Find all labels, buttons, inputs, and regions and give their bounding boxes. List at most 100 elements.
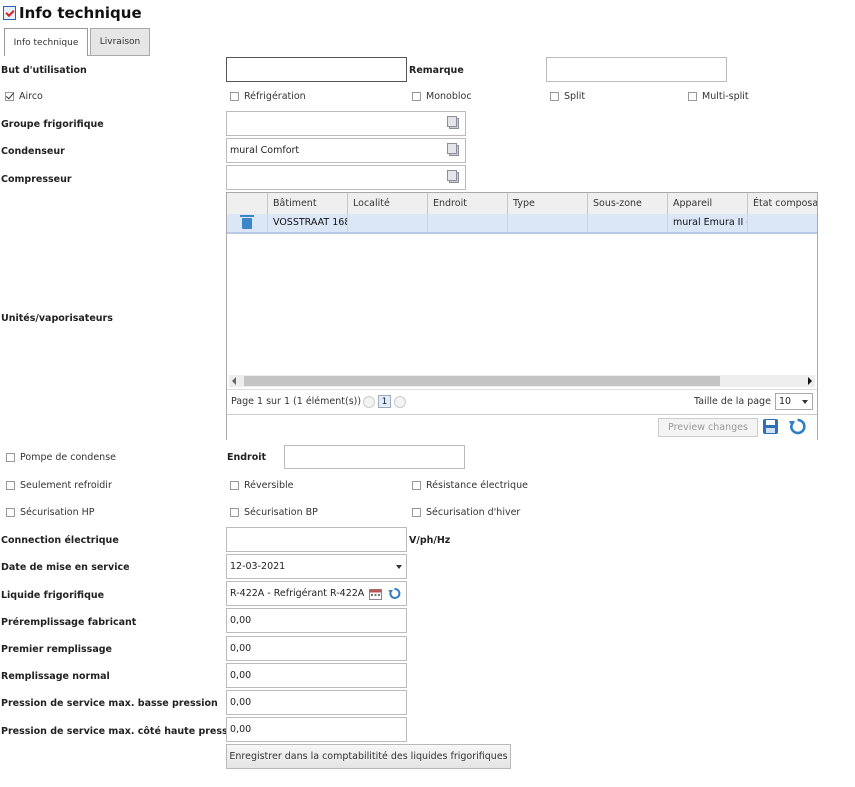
compresseur-input[interactable] xyxy=(226,165,466,190)
securisation-hp-label: Sécurisation HP xyxy=(20,507,95,518)
pression-bp-input[interactable]: 0,00 xyxy=(226,690,407,715)
remplissage-normal-input[interactable]: 0,00 xyxy=(226,663,407,688)
grid-pager: Page 1 sur 1 (1 élément(s)) 1 Taille de … xyxy=(227,389,817,415)
lookup-icon[interactable] xyxy=(447,170,459,183)
pression-hp-label: Pression de service max. côté haute pres… xyxy=(1,726,245,737)
lookup-icon[interactable] xyxy=(447,116,459,129)
seulement-checkbox-group[interactable]: Seulement refroidir xyxy=(6,480,112,491)
date-service-label: Date de mise en service xyxy=(1,562,130,573)
grid-header-actions xyxy=(227,193,267,214)
multi-split-label: Multi-split xyxy=(702,91,749,102)
scroll-right-icon[interactable] xyxy=(808,377,812,385)
reversible-checkbox-group[interactable]: Réversible xyxy=(230,480,294,491)
monobloc-label: Monobloc xyxy=(426,91,472,102)
securisation-hiver-checkbox[interactable] xyxy=(412,508,421,517)
grid-header-etat-composant[interactable]: État composan xyxy=(747,193,817,214)
connection-electrique-input[interactable] xyxy=(226,527,407,552)
pression-bp-label: Pression de service max. basse pression xyxy=(1,698,218,709)
chevron-down-icon[interactable] xyxy=(396,565,402,569)
register-liquids-button[interactable]: Enregistrer dans la comptabilitité des l… xyxy=(226,744,511,769)
split-checkbox[interactable] xyxy=(550,92,559,101)
endroit-input[interactable] xyxy=(284,445,465,469)
split-checkbox-group[interactable]: Split xyxy=(550,91,585,102)
airco-label: Airco xyxy=(19,91,43,102)
secu-bp-checkbox-group[interactable]: Sécurisation BP xyxy=(230,507,318,518)
airco-checkbox-group[interactable]: Airco xyxy=(5,91,43,102)
endroit-label: Endroit xyxy=(227,452,267,463)
groupe-frigorifique-input[interactable] xyxy=(226,111,466,136)
horizontal-scrollbar[interactable] xyxy=(229,375,815,387)
chevron-down-icon xyxy=(802,400,808,404)
pompe-checkbox-group[interactable]: Pompe de condense xyxy=(6,452,116,463)
premier-remplissage-label: Premier remplissage xyxy=(1,644,112,655)
multi-split-checkbox[interactable] xyxy=(688,92,697,101)
grid-header-appareil[interactable]: Appareil xyxy=(667,193,747,214)
table-row[interactable]: VOSSTRAAT 168 mural Emura II - xyxy=(227,214,817,234)
monobloc-checkbox[interactable] xyxy=(412,92,421,101)
grid-header-batiment[interactable]: Bâtiment xyxy=(267,193,347,214)
grid-header-localite[interactable]: Localité xyxy=(347,193,427,214)
page-size-value: 10 xyxy=(779,396,792,407)
grid-header-type[interactable]: Type xyxy=(507,193,587,214)
preremplissage-input[interactable]: 0,00 xyxy=(226,608,407,633)
tab-livraison[interactable]: Livraison xyxy=(90,28,150,55)
reversible-checkbox[interactable] xyxy=(230,481,239,490)
cell-localite xyxy=(347,214,427,232)
cell-etat-composant xyxy=(747,214,817,232)
calendar-icon[interactable] xyxy=(369,589,382,600)
liquide-frigorifique-input[interactable]: R-422A - Refrigérant R-422A xyxy=(226,581,407,606)
premier-remplissage-input[interactable]: 0,00 xyxy=(226,636,407,661)
save-icon[interactable] xyxy=(762,418,779,435)
tab-label: Livraison xyxy=(99,37,141,47)
airco-checkbox[interactable] xyxy=(5,92,14,101)
pompe-checkbox[interactable] xyxy=(6,453,15,462)
seulement-refroidir-label: Seulement refroidir xyxy=(20,480,112,491)
securisation-hp-checkbox[interactable] xyxy=(6,508,15,517)
page-title-block: Info technique xyxy=(3,4,142,22)
date-service-select[interactable]: 12-03-2021 xyxy=(226,554,407,579)
grid-header-sous-zone[interactable]: Sous-zone xyxy=(587,193,667,214)
preview-changes-button[interactable]: Preview changes xyxy=(658,418,758,437)
trash-icon[interactable] xyxy=(240,214,254,229)
securisation-bp-checkbox[interactable] xyxy=(230,508,239,517)
pager-next-button[interactable] xyxy=(394,396,406,408)
undo-icon[interactable] xyxy=(788,417,807,436)
refrigeration-checkbox[interactable] xyxy=(230,92,239,101)
remarque-label: Remarque xyxy=(409,65,464,76)
pompe-label: Pompe de condense xyxy=(20,452,116,463)
refrigeration-label: Réfrigération xyxy=(244,91,306,102)
secu-hiver-checkbox-group[interactable]: Sécurisation d'hiver xyxy=(412,507,520,518)
compresseur-label: Compresseur xyxy=(1,174,72,185)
pager-page-1[interactable]: 1 xyxy=(378,395,391,408)
connection-electrique-label: Connection électrique xyxy=(1,535,119,546)
page-size-select[interactable]: 10 xyxy=(775,393,813,410)
page-title: Info technique xyxy=(19,4,142,22)
tab-info-technique[interactable]: Info technique xyxy=(4,28,88,56)
seulement-refroidir-checkbox[interactable] xyxy=(6,481,15,490)
pager-prev-button[interactable] xyxy=(363,396,375,408)
units-grid: Bâtiment Localité Endroit Type Sous-zone… xyxy=(226,192,818,440)
condenseur-input[interactable]: mural Comfort xyxy=(226,138,466,163)
remarque-input[interactable] xyxy=(546,57,727,82)
multi-split-checkbox-group[interactable]: Multi-split xyxy=(688,91,749,102)
monobloc-checkbox-group[interactable]: Monobloc xyxy=(412,91,472,102)
condenseur-value: mural Comfort xyxy=(230,145,300,156)
scroll-left-icon[interactable] xyxy=(232,377,236,385)
but-utilisation-label: But d'utilisation xyxy=(1,65,87,76)
checklist-icon xyxy=(3,6,16,20)
resistance-electrique-label: Résistance électrique xyxy=(426,480,528,491)
refrigeration-checkbox-group[interactable]: Réfrigération xyxy=(230,91,306,102)
reversible-label: Réversible xyxy=(244,480,294,491)
but-utilisation-input[interactable] xyxy=(226,57,407,82)
resistance-electrique-checkbox[interactable] xyxy=(412,481,421,490)
liquide-frigorifique-value: R-422A - Refrigérant R-422A xyxy=(230,588,365,599)
pression-hp-input[interactable]: 0,00 xyxy=(226,717,407,742)
grid-header-endroit[interactable]: Endroit xyxy=(427,193,507,214)
reset-icon[interactable] xyxy=(388,587,401,600)
scrollbar-thumb[interactable] xyxy=(244,376,720,386)
lookup-icon[interactable] xyxy=(447,143,459,156)
secu-hp-checkbox-group[interactable]: Sécurisation HP xyxy=(6,507,95,518)
remplissage-normal-label: Remplissage normal xyxy=(1,671,110,682)
securisation-hiver-label: Sécurisation d'hiver xyxy=(426,507,521,518)
resistance-checkbox-group[interactable]: Résistance électrique xyxy=(412,480,528,491)
